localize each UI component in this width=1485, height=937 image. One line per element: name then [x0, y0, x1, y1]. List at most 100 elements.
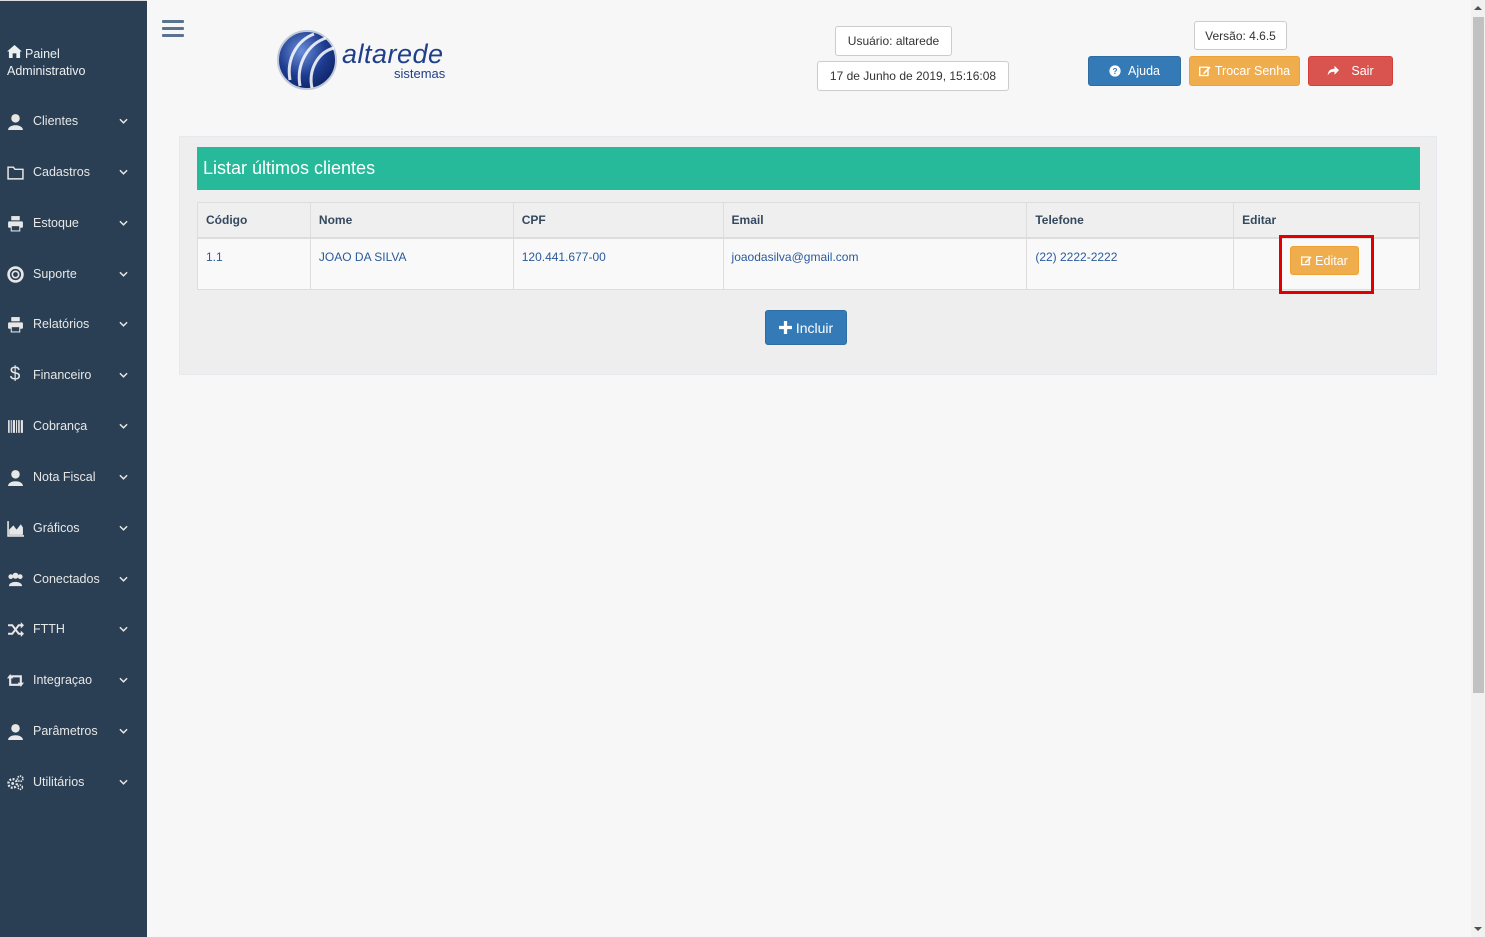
- chevron-down-icon: [119, 271, 129, 277]
- sidebar-item-label: Parâmetros: [33, 724, 98, 738]
- chevron-down-icon: [119, 728, 129, 734]
- column-header-editar: Editar: [1233, 202, 1420, 239]
- barcode-icon: [6, 417, 24, 435]
- sidebar-item-label: Relatórios: [33, 317, 90, 331]
- chevron-down-icon: [119, 321, 129, 327]
- home-icon: [7, 45, 25, 63]
- cell-codigo: 1.1: [197, 237, 311, 290]
- help-label: Ajuda: [1128, 64, 1160, 78]
- help-button[interactable]: ? Ajuda: [1088, 56, 1181, 86]
- vertical-scrollbar[interactable]: [1471, 0, 1485, 937]
- sidebar-item-utilitarios[interactable]: Utilitários: [0, 767, 147, 797]
- sidebar-item-label: Conectados: [33, 572, 100, 586]
- scroll-down-arrow-icon[interactable]: [1474, 925, 1482, 933]
- sidebar-item-label: Nota Fiscal: [33, 470, 96, 484]
- sidebar-item-label: Clientes: [33, 114, 79, 128]
- hamburger-bar: [162, 27, 184, 30]
- change-password-label: Trocar Senha: [1214, 64, 1291, 78]
- column-header-nome[interactable]: Nome: [309, 202, 514, 239]
- chevron-down-icon: [119, 169, 129, 175]
- sidebar-item-financeiro[interactable]: $ Financeiro: [0, 360, 147, 390]
- users-icon: [6, 570, 24, 588]
- column-header-codigo[interactable]: Código: [197, 202, 311, 239]
- altarede-logo: altarede sistemas: [276, 28, 466, 92]
- version-badge: Versão: 4.6.5: [1194, 21, 1287, 50]
- chevron-down-icon: [119, 677, 129, 683]
- sidebar-item-label: FTTH: [33, 622, 65, 636]
- change-password-button[interactable]: Trocar Senha: [1189, 56, 1300, 86]
- sidebar-item-suporte[interactable]: Suporte: [0, 259, 147, 289]
- retweet-icon: [6, 671, 24, 689]
- scrollbar-thumb[interactable]: [1473, 17, 1484, 693]
- menu-toggle-button[interactable]: [162, 20, 184, 38]
- question-circle-icon: ?: [1109, 65, 1121, 77]
- table-row: 1.1 JOAO DA SILVA 120.441.677-00 joaodas…: [197, 237, 1420, 290]
- plus-icon: [778, 321, 792, 334]
- sidebar: Painel Administrativo Clientes Cadastros…: [0, 0, 147, 937]
- chevron-down-icon: [119, 474, 129, 480]
- printer-icon: [6, 214, 24, 232]
- folder-icon: [6, 163, 24, 181]
- user-icon: [6, 112, 24, 130]
- cell-nome: JOAO DA SILVA: [309, 237, 514, 290]
- chevron-down-icon: [119, 779, 129, 785]
- sidebar-item-conectados[interactable]: Conectados: [0, 564, 147, 594]
- chevron-down-icon: [119, 423, 129, 429]
- sidebar-item-label: Suporte: [33, 267, 77, 281]
- sidebar-item-label: Utilitários: [33, 775, 85, 789]
- cell-email: joaodasilva@gmail.com: [722, 237, 1028, 290]
- chevron-down-icon: [119, 372, 129, 378]
- chevron-down-icon: [119, 576, 129, 582]
- scroll-up-arrow-icon[interactable]: [1474, 4, 1482, 12]
- share-arrow-icon: [1328, 65, 1340, 76]
- user-badge: Usuário: altarede: [835, 26, 952, 56]
- user-icon: [6, 468, 24, 486]
- sidebar-item-label: Estoque: [33, 216, 79, 230]
- random-icon: [6, 620, 24, 638]
- area-chart-icon: [6, 519, 24, 537]
- logo-globe-icon: [277, 30, 337, 90]
- column-header-email[interactable]: Email: [722, 202, 1028, 239]
- sidebar-item-relatorios[interactable]: Relatórios: [0, 309, 147, 339]
- chevron-down-icon: [119, 118, 129, 124]
- logout-button[interactable]: Sair: [1308, 56, 1393, 86]
- cell-cpf: 120.441.677-00: [512, 237, 724, 290]
- add-client-button[interactable]: Incluir: [765, 310, 847, 345]
- edit-client-button[interactable]: Editar: [1290, 246, 1359, 275]
- chevron-down-icon: [119, 525, 129, 531]
- sidebar-item-nota-fiscal[interactable]: Nota Fiscal: [0, 462, 147, 492]
- sidebar-item-label: Cadastros: [33, 165, 90, 179]
- column-header-telefone[interactable]: Telefone: [1026, 202, 1235, 239]
- sidebar-item-clientes[interactable]: Clientes: [0, 106, 147, 136]
- sidebar-item-graficos[interactable]: Gráficos: [0, 513, 147, 543]
- hamburger-bar: [162, 34, 184, 37]
- sidebar-item-cobranca[interactable]: Cobrança: [0, 411, 147, 441]
- cell-telefone: (22) 2222-2222: [1026, 237, 1235, 290]
- sidebar-item-label: Gráficos: [33, 521, 80, 535]
- clients-table: Código Nome CPF Email Telefone Editar 1.…: [197, 202, 1420, 290]
- sidebar-item-integracao[interactable]: Integraçao: [0, 665, 147, 695]
- sidebar-item-estoque[interactable]: Estoque: [0, 208, 147, 238]
- sidebar-item-cadastros[interactable]: Cadastros: [0, 157, 147, 187]
- logout-label: Sair: [1351, 64, 1374, 78]
- user-icon: [6, 722, 24, 740]
- sidebar-item-label: Integraçao: [33, 673, 93, 687]
- column-header-cpf[interactable]: CPF: [512, 202, 724, 239]
- logo-text: altarede: [342, 39, 444, 69]
- add-label: Incluir: [795, 319, 834, 336]
- gears-icon: [6, 773, 24, 791]
- sidebar-item-parametros[interactable]: Parâmetros: [0, 716, 147, 746]
- edit-label: Editar: [1315, 253, 1348, 268]
- sidebar-item-ftth[interactable]: FTTH: [0, 614, 147, 644]
- hamburger-bar: [162, 20, 184, 23]
- panel-title: Listar últimos clientes: [197, 147, 1420, 190]
- panel-title-line2: Administrativo: [7, 64, 86, 78]
- chevron-down-icon: [119, 626, 129, 632]
- clients-panel: Listar últimos clientes Código Nome CPF …: [179, 136, 1437, 375]
- table-header-row: Código Nome CPF Email Telefone Editar: [197, 202, 1420, 239]
- panel-title-link[interactable]: Painel Administrativo: [7, 45, 86, 80]
- datetime-badge: 17 de Junho de 2019, 15:16:08: [817, 61, 1009, 91]
- logo-subtitle: sistemas: [394, 66, 446, 81]
- sidebar-item-label: Cobrança: [33, 419, 88, 433]
- edit-icon: [1301, 256, 1312, 266]
